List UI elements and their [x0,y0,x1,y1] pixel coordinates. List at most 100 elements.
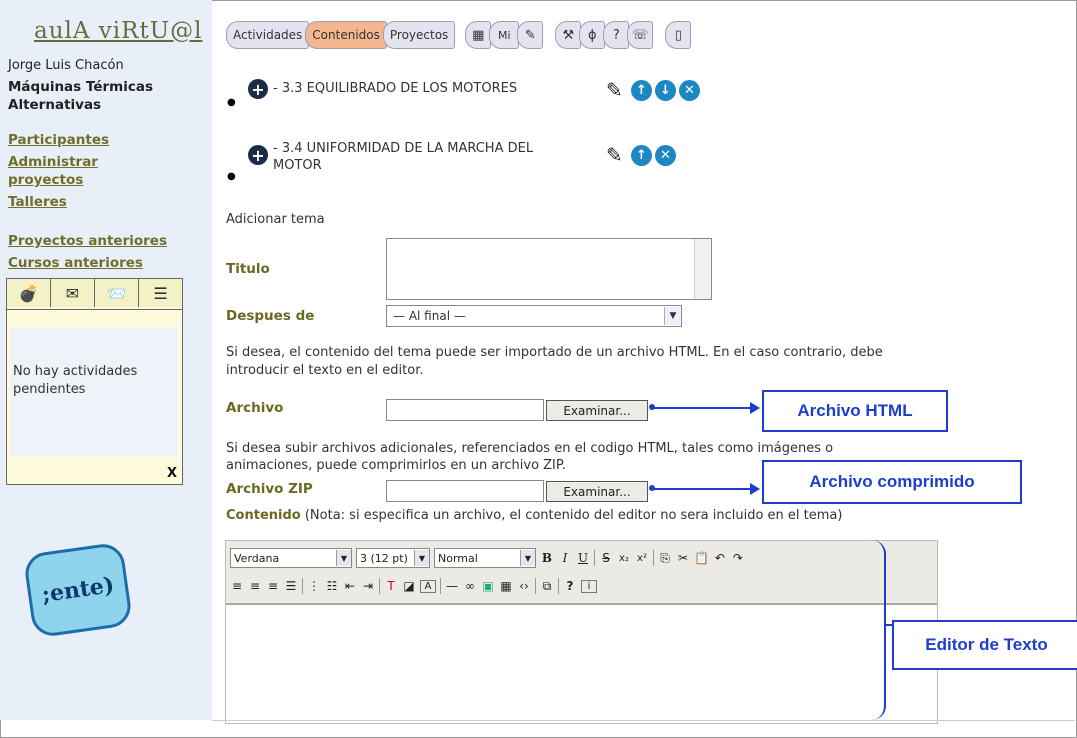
align-left-icon[interactable]: ≡ [230,579,244,593]
strikethrough-icon[interactable]: S [599,551,613,565]
edit-icon[interactable]: ✎ [606,78,628,102]
examinar-zip-button[interactable]: Examinar... [546,481,648,502]
ordered-list-icon[interactable]: ⋮ [307,579,321,593]
despues-select[interactable]: — Al final — ▼ [386,305,682,327]
horizontal-rule-icon[interactable]: — [445,579,459,593]
bg-color-icon[interactable]: ◪ [402,579,416,593]
exit-door-icon[interactable]: ▯ [665,21,692,49]
image-icon[interactable]: ▣ [481,579,495,593]
editor-toolbar-row-2: ≡ ≡ ≡ ☰ ⋮ ☷ ⇤ ⇥ T ◪ A — ∞ ▣ ▦ ‹› ⧉ ? i [230,575,597,597]
close-icon[interactable]: X [167,466,177,481]
sidebar-link-talleres[interactable]: Talleres [8,193,67,211]
redo-icon[interactable]: ↷ [731,551,745,565]
underline-icon[interactable]: U [576,551,590,565]
callout-archivo-html: Archivo HTML [762,390,948,432]
font-select[interactable]: Verdana ▼ [230,548,352,568]
callout-editor-de-texto: Editor de Texto [892,620,1077,670]
style-select[interactable]: Normal ▼ [434,548,536,568]
undo-icon[interactable]: ↶ [713,551,727,565]
topic-3-3-title: - 3.3 EQUILIBRADO DE LOS MOTORES [273,81,518,96]
pencil-tool-icon[interactable]: ✎ [517,21,544,49]
top-toolbar: Actividades Contenidos Proyectos ▦ Mi ✎ … [226,20,692,50]
user-name: Jorge Luis Chacón [8,58,124,73]
tools-icon[interactable]: ⚒ [555,21,582,49]
zip-label: Archivo ZIP [226,481,313,497]
paste-icon[interactable]: 📋 [694,551,709,565]
justify-icon[interactable]: ☰ [284,579,298,593]
zip-file-field[interactable] [386,480,544,502]
chevron-down-icon[interactable]: ▼ [414,550,429,566]
expand-icon[interactable]: + [248,145,268,165]
panel-content: No hay actividades pendientes [11,327,178,457]
align-right-icon[interactable]: ≡ [266,579,280,593]
html-source-icon[interactable]: ‹› [517,579,531,593]
move-down-icon[interactable]: ↓ [655,79,676,101]
topic-3-3-actions: ✎ ↑ ↓ ✕ [606,78,700,102]
text-editor: Verdana ▼ 3 (12 pt) ▼ Normal ▼ B I U S x₂ x… [225,540,938,724]
unordered-list-icon[interactable]: ☷ [325,579,339,593]
contenido-label: Contenido [226,508,301,523]
tab-contenidos[interactable]: Contenidos [305,21,387,49]
add-topic-heading: Adicionar tema [226,212,325,227]
mi-icon[interactable]: Mi [489,21,520,49]
mail-icon[interactable]: ✉ [51,279,95,307]
help-icon[interactable]: ? [603,21,630,49]
tab-actividades[interactable]: Actividades [226,21,310,49]
size-value: 3 (12 pt) [360,551,408,565]
gente-logo: ;ente) [22,541,134,639]
editor-textarea[interactable] [226,605,937,723]
delete-icon[interactable]: ✕ [679,79,700,101]
sidebar-link-proyectos-anteriores[interactable]: Proyectos anteriores [8,232,167,250]
site-logo[interactable]: aulA viRtU@l [34,18,202,44]
info-icon[interactable]: i [581,579,597,593]
sidebar-link-cursos-anteriores[interactable]: Cursos anteriores [8,254,143,272]
cut-icon[interactable]: ✂ [676,551,690,565]
compass-icon[interactable]: ϕ [579,21,606,49]
scrollbar[interactable] [694,239,711,299]
fullscreen-icon[interactable]: ⧉ [540,579,554,594]
course-title: Máquinas Térmicas Alternativas [8,79,153,113]
examinar-button[interactable]: Examinar... [546,400,648,421]
move-up-icon[interactable]: ↑ [631,79,652,101]
link-icon[interactable]: ∞ [463,579,477,593]
superscript-icon[interactable]: x² [635,553,649,564]
chevron-down-icon[interactable]: ▼ [664,307,681,325]
list-mail-icon[interactable]: ☰ [139,279,182,307]
move-up-icon[interactable]: ↑ [631,144,652,166]
indent-icon[interactable]: ⇥ [361,579,375,593]
alert-mail-icon[interactable]: 📨 [95,279,139,307]
italic-icon[interactable]: I [558,551,572,565]
callout-arrow [649,402,760,414]
bomb-icon[interactable]: 💣 [7,279,51,307]
style-value: Normal [438,551,478,565]
chevron-down-icon[interactable]: ▼ [336,550,351,566]
help-icon[interactable]: ? [563,579,577,593]
align-center-icon[interactable]: ≡ [248,579,262,593]
phone-icon[interactable]: ☏ [627,21,654,49]
subscript-icon[interactable]: x₂ [617,553,631,564]
tab-proyectos[interactable]: Proyectos [382,21,456,49]
chart-icon[interactable]: ▦ [465,21,492,49]
sidebar: aulA viRtU@l Jorge Luis Chacón Máquinas … [0,0,212,720]
expand-icon[interactable]: + [248,79,268,99]
bold-icon[interactable]: B [540,551,554,565]
copy-icon[interactable]: ⎘ [658,551,672,566]
sidebar-link-administrar-proyectos[interactable]: Administrar proyectos [8,153,128,189]
outdent-icon[interactable]: ⇤ [343,579,357,593]
despues-value: — Al final — [393,309,466,323]
topic-3-4-title: - 3.4 UNIFORMIDAD DE LA MARCHA DEL MOTOR [273,141,534,173]
archivo-file-field[interactable] [386,399,544,421]
font-box-icon[interactable]: A [420,579,436,593]
sidebar-link-participantes[interactable]: Participantes [8,131,109,149]
delete-icon[interactable]: ✕ [655,144,676,166]
edit-icon[interactable]: ✎ [606,143,628,167]
bullet: ● [227,171,236,182]
text-color-icon[interactable]: T [384,579,398,593]
table-icon[interactable]: ▦ [499,579,513,593]
bullet: ● [227,97,236,108]
font-value: Verdana [234,551,280,565]
titulo-input[interactable] [386,238,712,300]
editor-brace [862,540,886,720]
chevron-down-icon[interactable]: ▼ [520,550,535,566]
size-select[interactable]: 3 (12 pt) ▼ [356,548,430,568]
